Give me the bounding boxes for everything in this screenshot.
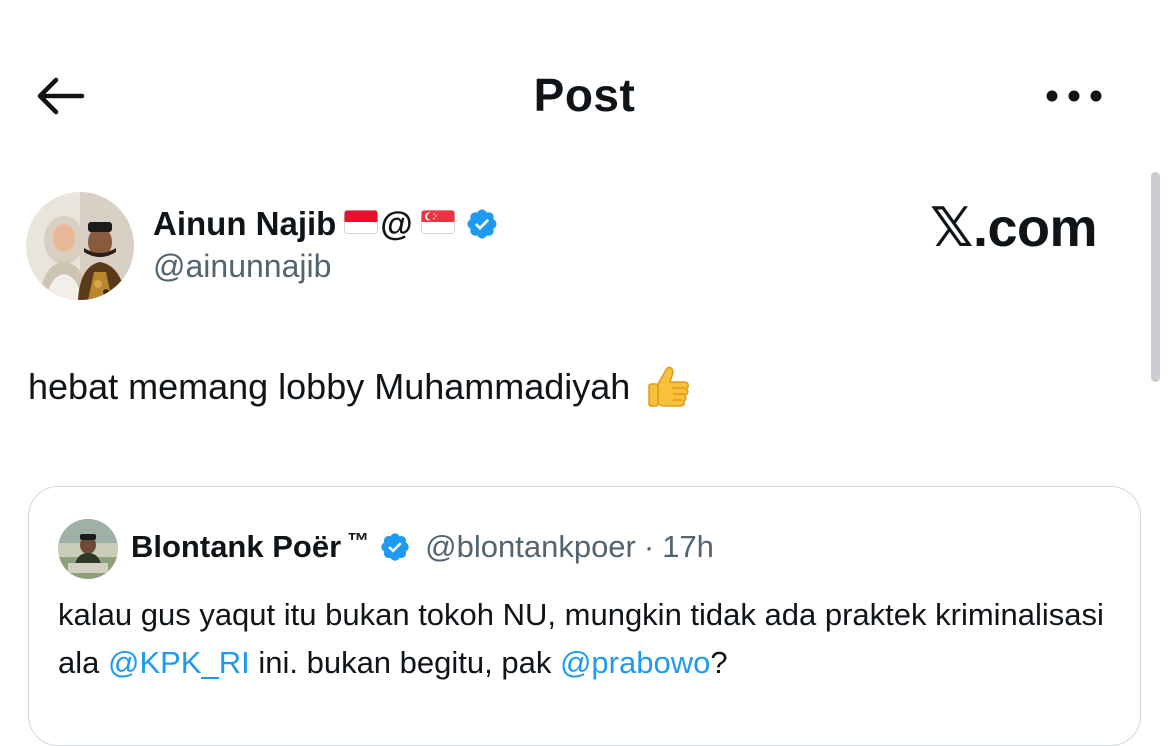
- more-options-button[interactable]: [1024, 72, 1124, 120]
- separator-dot: ·: [643, 529, 655, 564]
- quoted-text-part: ?: [710, 645, 728, 680]
- quoted-author-avatar[interactable]: [58, 519, 118, 579]
- author-name-row: Ainun Najib @: [153, 200, 499, 248]
- quoted-author-name[interactable]: Blontank Poër: [131, 529, 341, 565]
- singapore-flag-icon: [420, 209, 455, 239]
- top-bar: Post: [0, 0, 1169, 190]
- quoted-post-time[interactable]: 17h: [662, 529, 714, 565]
- post-text: hebat memang lobby Muhammadiyah: [28, 362, 694, 412]
- scrollbar[interactable]: [1151, 172, 1160, 382]
- author-name[interactable]: Ainun Najib: [153, 205, 336, 243]
- x-com-watermark: 𝕏.com: [930, 198, 1098, 258]
- thumbs-up-icon: [644, 362, 694, 412]
- quoted-post-card[interactable]: Blontank Poër ™ @blontankpoer · 17h kala…: [28, 486, 1141, 746]
- verified-badge-icon[interactable]: [379, 531, 411, 563]
- quoted-text-part: ini. bukan begitu, pak: [249, 645, 560, 680]
- author-avatar[interactable]: [26, 192, 134, 300]
- author-handle[interactable]: @ainunnajib: [153, 248, 331, 285]
- more-horizontal-icon: [1046, 90, 1102, 102]
- mention-link[interactable]: @prabowo: [560, 645, 710, 680]
- trademark-symbol: ™: [347, 528, 370, 553]
- mention-link[interactable]: @KPK_RI: [108, 645, 250, 680]
- page-title: Post: [533, 69, 636, 121]
- quoted-author-row: Blontank Poër ™ @blontankpoer · 17h: [131, 525, 714, 569]
- author-name-at: @: [380, 205, 413, 242]
- post-text-content: hebat memang lobby Muhammadiyah: [28, 366, 631, 407]
- quoted-post-text: kalau gus yaqut itu bukan tokoh NU, mung…: [58, 591, 1118, 687]
- verified-badge-icon[interactable]: [465, 207, 499, 241]
- indonesia-flag-icon: [344, 209, 379, 239]
- quoted-author-handle[interactable]: @blontankpoer: [425, 529, 636, 565]
